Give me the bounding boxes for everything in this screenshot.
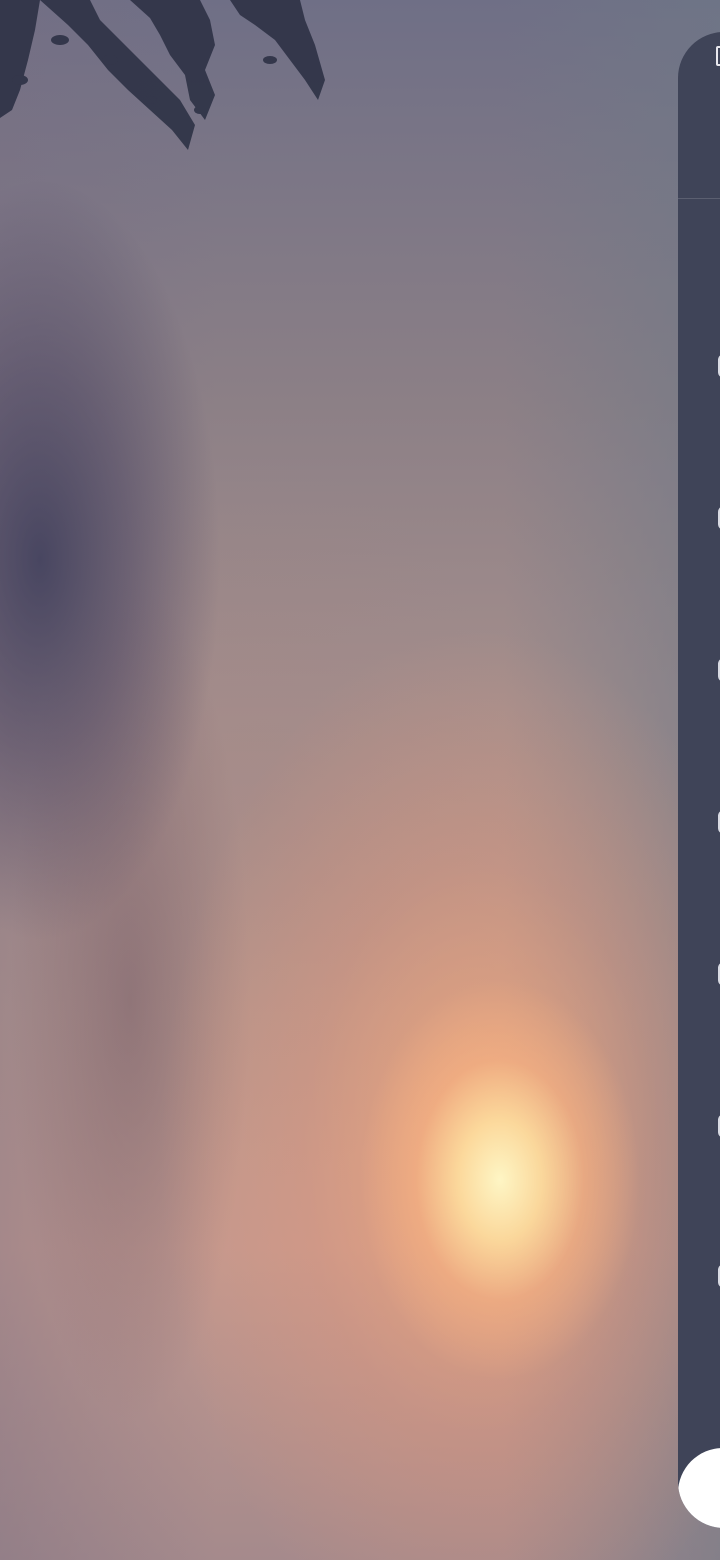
drawer-divider: [678, 198, 720, 199]
tree-leaves: [0, 0, 325, 150]
document-icon[interactable]: [716, 46, 720, 66]
video-frame[interactable]: [0, 0, 720, 1560]
bottom-sheet[interactable]: [678, 1448, 720, 1528]
screen: [0, 0, 720, 1560]
side-drawer[interactable]: [678, 32, 720, 1528]
